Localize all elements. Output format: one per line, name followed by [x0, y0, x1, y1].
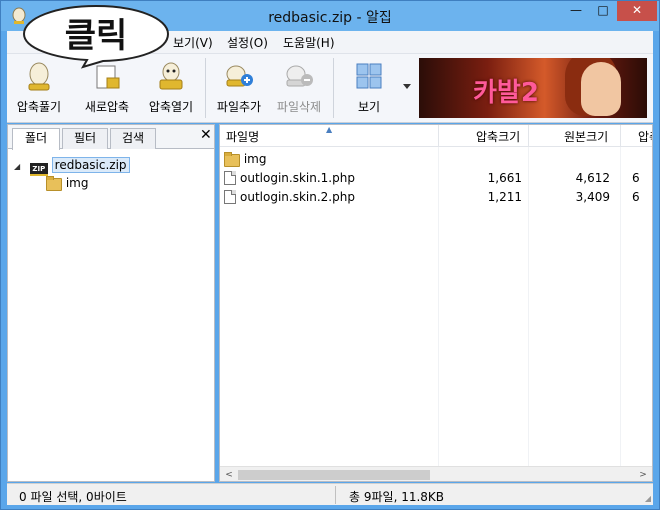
panel-close-icon[interactable]: ✕	[200, 127, 212, 143]
scroll-right-icon[interactable]: >	[636, 469, 650, 481]
file-name-cell: outlogin.skin.1.php	[224, 169, 355, 187]
view-label: 보기	[357, 100, 381, 114]
menu-view[interactable]: 보기(V)	[173, 34, 213, 51]
folder-panel: 폴더 필터 검색 ✕ ◢ ZIP redbasic.zip img	[7, 124, 215, 482]
tab-folder[interactable]: 폴더	[12, 128, 60, 150]
tab-filter[interactable]: 필터	[62, 128, 108, 149]
tree-child-label: img	[65, 176, 89, 190]
file-row[interactable]: outlogin.skin.1.php 1,661 4,612 6	[220, 169, 640, 188]
file-name: outlogin.skin.2.php	[240, 190, 355, 204]
callout-text: 클릭	[65, 16, 128, 56]
column-separator[interactable]	[620, 125, 621, 147]
open-archive-button[interactable]: 압축열기	[143, 60, 199, 120]
column-ratio[interactable]: 압축	[638, 128, 652, 145]
maximize-button[interactable]: □	[590, 1, 616, 21]
app-window: redbasic.zip - 알집 — □ ✕ 보기(V) 설정(O) 도움말(…	[0, 0, 660, 510]
minimize-button[interactable]: —	[563, 1, 589, 21]
file-name: img	[243, 152, 267, 166]
php-file-icon	[224, 190, 236, 204]
ad-banner[interactable]: 카발2	[419, 58, 647, 118]
open-archive-label: 압축열기	[148, 100, 194, 114]
php-file-icon	[224, 171, 236, 185]
view-grid-icon	[356, 63, 382, 89]
folder-icon	[224, 152, 240, 167]
tree-root-label: redbasic.zip	[51, 157, 130, 173]
original-size-cell: 4,612	[575, 171, 610, 185]
panel-tabs: 폴더 필터 검색 ✕	[8, 125, 214, 150]
banner-character-image	[581, 62, 621, 116]
horizontal-scrollbar[interactable]: < >	[220, 466, 652, 481]
file-row[interactable]: outlogin.skin.2.php 1,211 3,409 6	[220, 188, 640, 207]
click-callout-bubble: 클릭	[22, 4, 170, 69]
toolbar-separator	[205, 58, 206, 118]
add-file-label: 파일추가	[216, 100, 262, 114]
folder-icon	[46, 176, 62, 191]
delete-file-icon	[286, 65, 313, 87]
column-header: ▲ 파일명 압축크기 원본크기 압축	[220, 125, 652, 147]
menu-settings[interactable]: 설정(O)	[227, 34, 268, 51]
banner-title: 카발2	[473, 78, 539, 108]
scroll-left-icon[interactable]: <	[222, 469, 236, 481]
extract-label: 압축풀기	[16, 100, 62, 114]
file-name-cell: outlogin.skin.2.php	[224, 188, 355, 206]
column-name[interactable]: 파일명	[226, 128, 259, 145]
file-row[interactable]: img	[220, 150, 640, 169]
column-separator[interactable]	[438, 125, 439, 147]
packed-size-cell: 1,211	[487, 190, 522, 204]
view-button[interactable]: 보기	[341, 60, 397, 120]
delete-file-label: 파일삭제	[276, 100, 322, 114]
column-packed-size[interactable]: 압축크기	[476, 128, 520, 145]
original-size-cell: 3,409	[575, 190, 610, 204]
new-archive-button[interactable]: 새로압축	[79, 60, 135, 120]
add-file-button[interactable]: 파일추가	[211, 60, 267, 120]
status-separator	[335, 486, 336, 504]
tree-item-img[interactable]: img	[46, 175, 88, 193]
file-list: ▲ 파일명 압축크기 원본크기 압축 img outlogin.skin.1.p…	[219, 124, 653, 482]
view-dropdown-arrow-icon[interactable]	[403, 84, 411, 89]
toolbar-separator	[333, 58, 334, 118]
extract-button[interactable]: 압축풀기	[11, 60, 67, 120]
scrollbar-thumb[interactable]	[238, 470, 430, 480]
file-name: outlogin.skin.1.php	[240, 171, 355, 185]
sort-ascending-icon: ▲	[326, 125, 333, 134]
selection-status: 0 파일 선택, 0바이트	[19, 490, 127, 504]
menu-help[interactable]: 도움말(H)	[283, 34, 335, 51]
add-file-icon	[226, 65, 253, 87]
tab-search[interactable]: 검색	[110, 128, 156, 149]
status-bar: 0 파일 선택, 0바이트 총 9파일, 11.8KB ◢	[7, 483, 653, 505]
ratio-cell: 6	[632, 190, 640, 204]
column-separator[interactable]	[528, 125, 529, 147]
archive-summary: 총 9파일, 11.8KB	[349, 490, 445, 504]
delete-file-button[interactable]: 파일삭제	[271, 60, 327, 120]
new-archive-label: 새로압축	[84, 100, 130, 114]
resize-grip-icon[interactable]: ◢	[645, 494, 651, 503]
collapse-arrow-icon[interactable]: ◢	[14, 158, 26, 175]
close-button[interactable]: ✕	[617, 1, 657, 21]
packed-size-cell: 1,661	[487, 171, 522, 185]
file-name-cell: img	[224, 150, 266, 168]
ratio-cell: 6	[632, 171, 640, 185]
column-original-size[interactable]: 원본크기	[564, 128, 608, 145]
tree-item-root[interactable]: ◢ ZIP redbasic.zip	[14, 157, 130, 176]
